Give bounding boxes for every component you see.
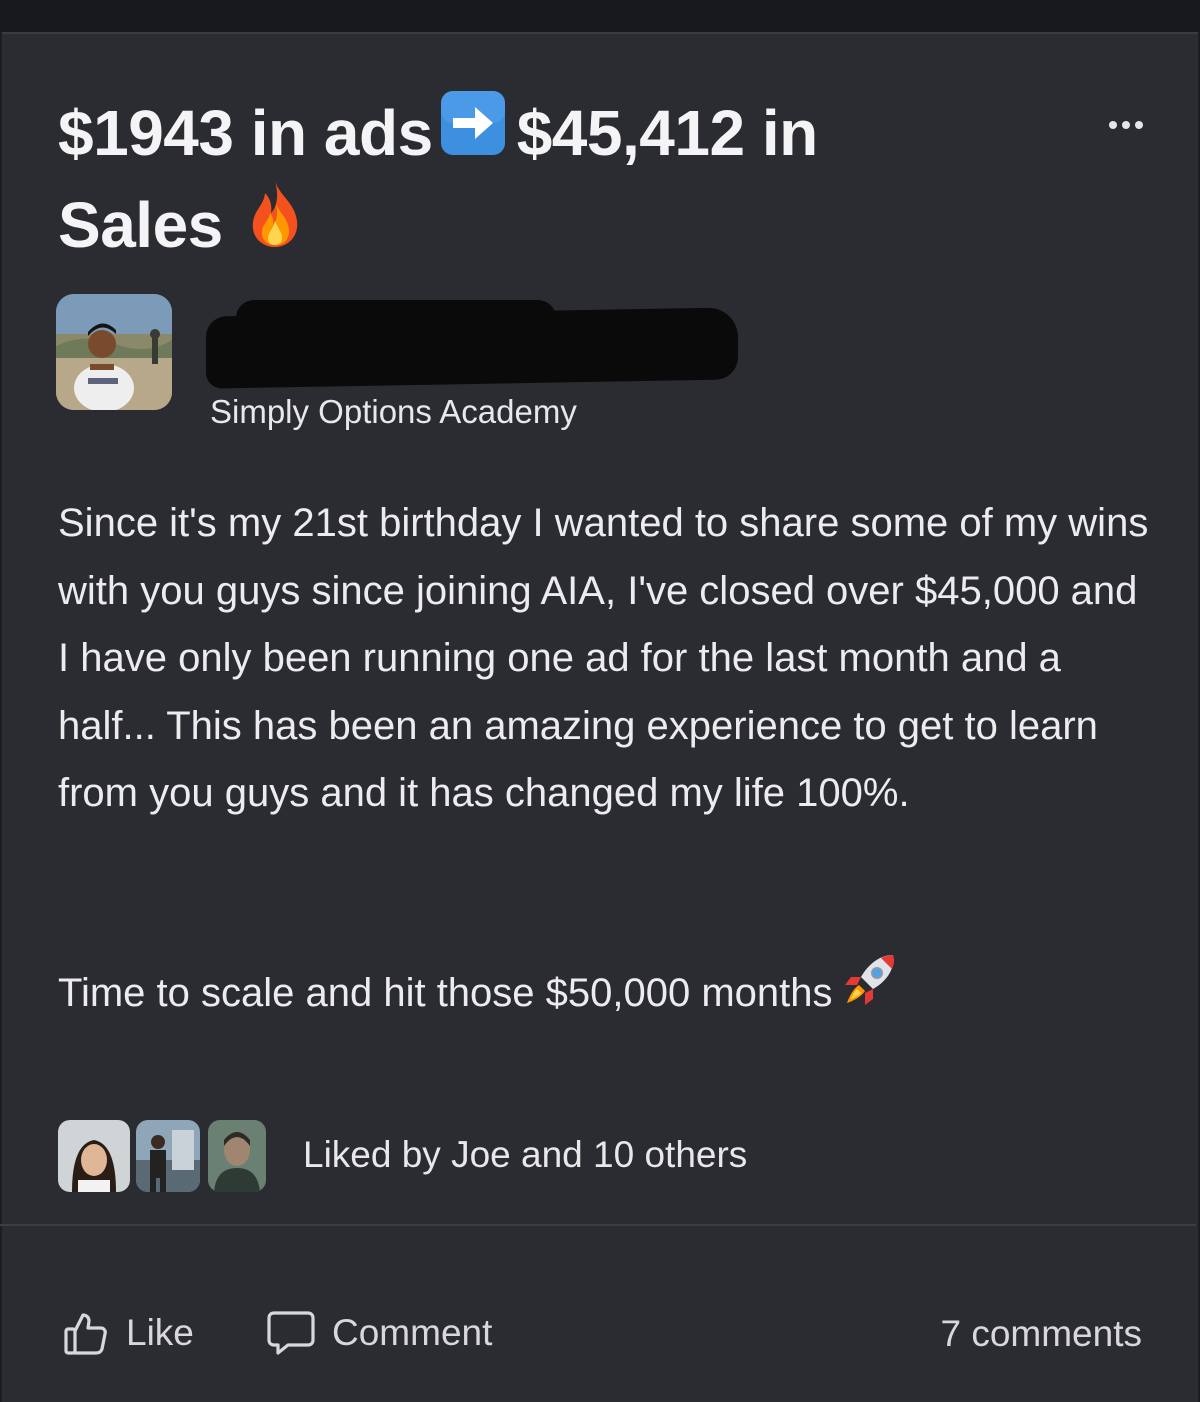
post-closing-line: Time to scale and hit those $50,000 mont… (58, 954, 1158, 1030)
more-dot-icon (1122, 121, 1130, 129)
liker-avatar[interactable] (208, 1120, 266, 1192)
group-name[interactable]: Simply Options Academy (210, 390, 577, 434)
like-label: Like (126, 1312, 194, 1353)
more-dot-icon (1109, 121, 1117, 129)
comment-label: Comment (332, 1312, 493, 1353)
likes-summary[interactable]: Liked by Joe and 10 others (303, 1132, 747, 1178)
comments-count[interactable]: 7 comments (940, 1311, 1142, 1357)
like-button[interactable]: Like (62, 1308, 194, 1358)
author-name-redaction (236, 300, 556, 340)
liker-avatar[interactable] (136, 1120, 200, 1192)
post-body: Since it's my 21st birthday I wanted to … (58, 501, 1149, 815)
more-dot-icon (1135, 121, 1143, 129)
liker-avatar[interactable] (58, 1120, 130, 1192)
post-title: $1943 in ads $45,412 in Sales (58, 88, 998, 272)
closing-text: Time to scale and hit those $50,000 mont… (58, 971, 833, 1015)
top-strip (0, 0, 1200, 32)
title-part-1: $1943 in ads (58, 97, 433, 169)
author-avatar[interactable] (56, 294, 172, 410)
more-options-button[interactable] (1096, 110, 1156, 140)
comment-button[interactable]: Comment (266, 1308, 492, 1358)
rocket-icon (841, 951, 899, 1031)
comment-bubble-icon (267, 1311, 315, 1355)
fire-icon (245, 179, 305, 272)
thumbs-up-icon (64, 1313, 107, 1355)
action-bar-divider (0, 1224, 1196, 1226)
right-arrow-icon (439, 89, 507, 180)
